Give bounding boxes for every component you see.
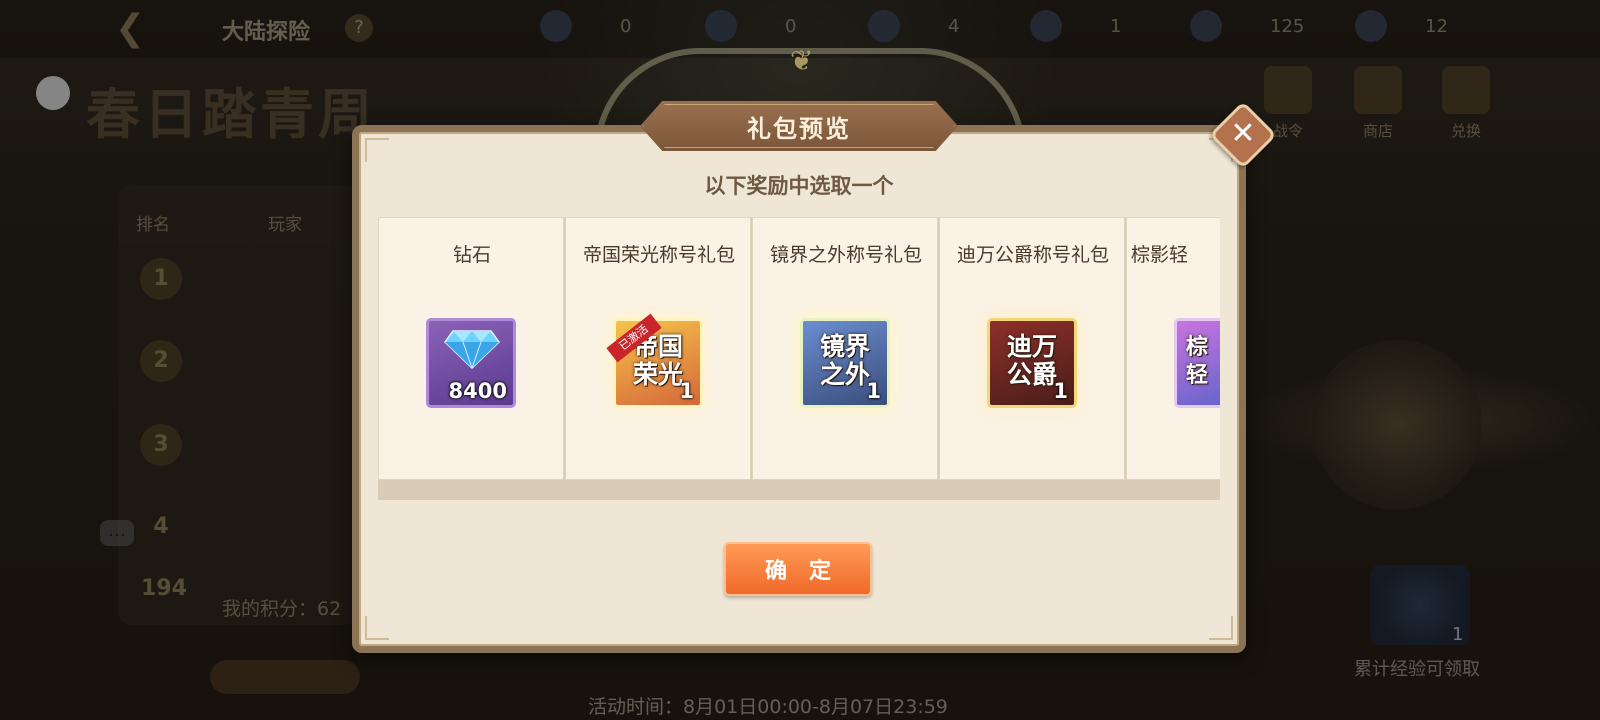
reward-name: 帝国荣光称号礼包 [582, 244, 735, 266]
diamond-item[interactable]: 8400 [426, 318, 516, 408]
dialog-subtitle: 以下奖励中选取一个 [704, 174, 894, 198]
item-quantity: 1 [1053, 379, 1068, 403]
reward-card-empire-glory[interactable]: 帝国荣光称号礼包 帝国 荣光 已激活 1 [565, 217, 751, 480]
reward-card-beyond-mirror[interactable]: 镜界之外称号礼包 镜界 之外 1 [752, 217, 938, 480]
corner-ornament [1209, 616, 1233, 640]
reward-name: 镜界之外称号礼包 [769, 244, 922, 266]
item-quantity: 1 [679, 379, 694, 403]
leaf-ornament-icon: ❦ [790, 44, 814, 77]
confirm-label: 确定 [764, 559, 853, 584]
title-pack-item[interactable]: 迪万 公爵 1 [987, 318, 1077, 408]
diamond-icon [444, 330, 500, 369]
reward-card-diamond[interactable]: 钻石 8400 [378, 217, 564, 480]
close-icon[interactable]: ✕ [1219, 111, 1267, 159]
reward-name: 棕影轻 [1131, 244, 1189, 266]
title-badge-icon: 棕轻 [1185, 334, 1208, 388]
title-pack-item[interactable]: 棕轻 [1174, 318, 1220, 408]
title-pack-item[interactable]: 帝国 荣光 已激活 1 [606, 313, 703, 408]
item-quantity: 1 [866, 379, 881, 403]
reward-name: 迪万公爵称号礼包 [956, 244, 1109, 266]
confirm-button[interactable]: 确定 [724, 542, 872, 596]
corner-ornament [365, 616, 389, 640]
corner-ornament [365, 138, 389, 162]
title-pack-item[interactable]: 镜界 之外 1 [800, 318, 890, 408]
reward-card-partial[interactable]: 棕影轻 棕轻 [1126, 217, 1220, 480]
reward-list[interactable]: 钻石 8400 帝国荣光称号礼包 帝国 荣光 已激活 1 镜界之外称号礼包 镜界之… [378, 217, 1220, 500]
dialog-title: 礼包预览 [747, 114, 851, 143]
dialog-title-plate: 礼包预览 [640, 101, 958, 151]
reward-card-duke-diwan[interactable]: 迪万公爵称号礼包 迪万 公爵 1 [939, 217, 1125, 480]
item-quantity: 8400 [448, 379, 507, 403]
reward-name: 钻石 [452, 244, 491, 266]
